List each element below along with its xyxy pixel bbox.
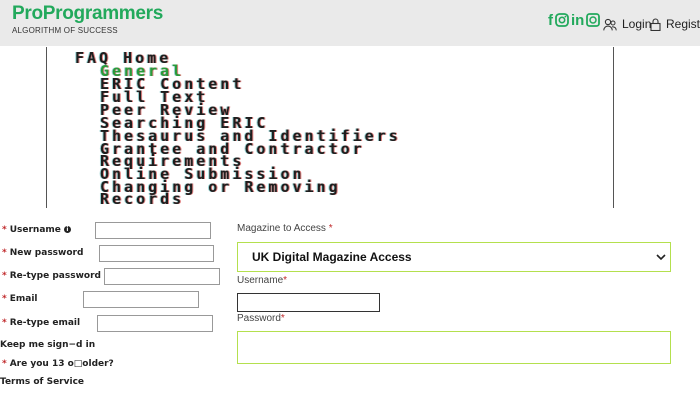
linkedin-icon[interactable]: in xyxy=(571,13,584,31)
right-username-label: Username* xyxy=(237,275,288,286)
right-username-input[interactable] xyxy=(237,293,380,312)
info-icon[interactable]: i xyxy=(63,226,71,233)
faq-menu-image: FAQ Home General ERIC Content Full Text … xyxy=(46,47,614,208)
email-label: * Email xyxy=(2,294,38,304)
username-input[interactable] xyxy=(95,222,211,239)
retype-email-label: * Re-type email xyxy=(2,318,81,328)
register-label: Register xyxy=(666,17,700,31)
retype-password-input[interactable] xyxy=(104,268,220,285)
instagram-icon[interactable] xyxy=(555,13,569,31)
email-input[interactable] xyxy=(83,291,199,308)
facebook-icon[interactable]: f xyxy=(548,13,553,31)
password-label: Password* xyxy=(237,313,285,324)
magazine-selected-value: UK Digital Magazine Access xyxy=(252,250,412,264)
new-password-input[interactable] xyxy=(99,245,214,262)
brand-tagline: ALGORITHM OF SUCCESS xyxy=(12,26,118,35)
brand-name: ProProgrammers xyxy=(12,3,164,24)
whatsapp-icon[interactable] xyxy=(586,13,601,31)
users-icon xyxy=(603,18,617,31)
top-bar: ProProgrammers ALGORITHM OF SUCCESS f in… xyxy=(0,0,700,46)
retype-password-label: * Re-type password xyxy=(2,271,101,281)
keep-signed-in-label[interactable]: Keep me sign−d in xyxy=(0,340,95,350)
terms-of-service-label[interactable]: Terms of Service xyxy=(0,377,84,387)
login-link[interactable]: Login xyxy=(603,17,651,31)
username-label: * Username i xyxy=(2,225,71,235)
age-question-label: * Are you 13 o□older? xyxy=(2,359,114,369)
login-label: Login xyxy=(622,17,652,31)
social-links: f in xyxy=(548,13,601,31)
magazine-select[interactable]: UK Digital Magazine Access xyxy=(237,242,671,272)
faq-item-records[interactable]: Records xyxy=(100,191,184,207)
magazine-label: Magazine to Access * xyxy=(237,223,333,234)
new-password-label: * New password xyxy=(2,248,84,258)
brand-logo[interactable]: ProProgrammers ALGORITHM OF SUCCESS xyxy=(12,3,164,36)
lock-icon xyxy=(650,17,661,31)
register-link[interactable]: Register xyxy=(650,17,700,31)
retype-email-input[interactable] xyxy=(97,315,213,332)
password-input[interactable] xyxy=(237,331,671,364)
chevron-down-icon xyxy=(656,250,666,264)
